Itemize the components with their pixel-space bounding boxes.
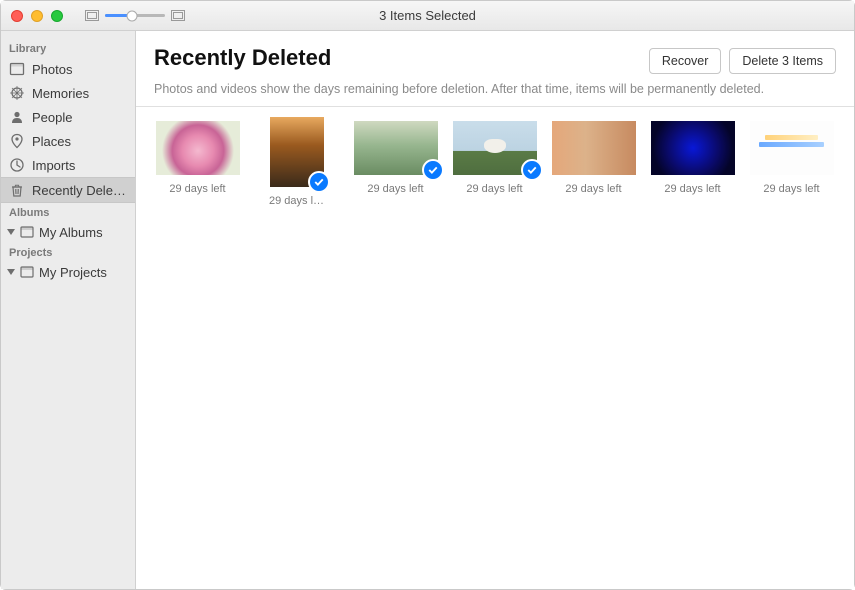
photo-thumbnail[interactable]: 29 days l… bbox=[248, 117, 345, 207]
disclosure-triangle-icon bbox=[7, 229, 15, 235]
photo-thumbnail[interactable]: 29 days left bbox=[545, 117, 642, 207]
photo-thumbnail[interactable]: 29 days left bbox=[446, 117, 543, 207]
photo-thumbnail[interactable]: 29 days left bbox=[644, 117, 741, 207]
sidebar-item-my-albums[interactable]: My Albums bbox=[1, 221, 135, 243]
days-remaining-label: 29 days left bbox=[565, 183, 621, 195]
days-remaining-label: 29 days left bbox=[169, 183, 225, 195]
photo-grid: 29 days left 29 days l… 29 days left 29 day… bbox=[136, 107, 854, 229]
sidebar-item-label: Memories bbox=[32, 86, 89, 101]
album-icon bbox=[19, 224, 35, 240]
page-subtitle: Photos and videos show the days remainin… bbox=[136, 82, 854, 107]
trash-icon bbox=[9, 182, 25, 198]
photo-thumbnail[interactable]: 29 days left bbox=[743, 117, 840, 207]
sidebar-item-people[interactable]: People bbox=[1, 105, 135, 129]
page-title: Recently Deleted bbox=[154, 45, 331, 71]
sidebar-item-label: Places bbox=[32, 134, 71, 149]
memories-icon bbox=[9, 85, 25, 101]
sidebar-section-library: Library bbox=[1, 39, 135, 57]
selected-check-icon bbox=[521, 159, 543, 181]
days-remaining-label: 29 days left bbox=[763, 183, 819, 195]
selected-check-icon bbox=[308, 171, 330, 193]
photos-icon bbox=[9, 61, 25, 77]
days-remaining-label: 29 days left bbox=[367, 183, 423, 195]
sidebar: Library Photos Memories People Places Im… bbox=[1, 31, 136, 589]
sidebar-section-projects: Projects bbox=[1, 243, 135, 261]
imports-icon bbox=[9, 157, 25, 173]
days-remaining-label: 29 days left bbox=[466, 183, 522, 195]
sidebar-item-recently-deleted[interactable]: Recently Dele… bbox=[1, 177, 135, 203]
delete-button[interactable]: Delete 3 Items bbox=[729, 48, 836, 74]
thumbnail-image bbox=[750, 121, 834, 175]
sidebar-item-photos[interactable]: Photos bbox=[1, 57, 135, 81]
sidebar-item-label: Imports bbox=[32, 158, 75, 173]
places-icon bbox=[9, 133, 25, 149]
thumbnail-image bbox=[156, 121, 240, 175]
sidebar-item-imports[interactable]: Imports bbox=[1, 153, 135, 177]
days-remaining-label: 29 days l… bbox=[269, 195, 324, 207]
album-icon bbox=[19, 264, 35, 280]
sidebar-item-label: My Albums bbox=[39, 225, 103, 240]
people-icon bbox=[9, 109, 25, 125]
selected-check-icon bbox=[422, 159, 444, 181]
sidebar-item-label: Photos bbox=[32, 62, 72, 77]
thumbnail-image bbox=[552, 121, 636, 175]
thumbnail-image bbox=[651, 121, 735, 175]
window-title: 3 Items Selected bbox=[1, 8, 854, 23]
sidebar-item-places[interactable]: Places bbox=[1, 129, 135, 153]
days-remaining-label: 29 days left bbox=[664, 183, 720, 195]
sidebar-item-label: My Projects bbox=[39, 265, 107, 280]
sidebar-item-memories[interactable]: Memories bbox=[1, 81, 135, 105]
sidebar-section-albums: Albums bbox=[1, 203, 135, 221]
sidebar-item-label: Recently Dele… bbox=[32, 183, 126, 198]
recover-button[interactable]: Recover bbox=[649, 48, 722, 74]
sidebar-item-label: People bbox=[32, 110, 72, 125]
photo-thumbnail[interactable]: 29 days left bbox=[347, 117, 444, 207]
disclosure-triangle-icon bbox=[7, 269, 15, 275]
sidebar-item-my-projects[interactable]: My Projects bbox=[1, 261, 135, 283]
photo-thumbnail[interactable]: 29 days left bbox=[149, 117, 246, 207]
